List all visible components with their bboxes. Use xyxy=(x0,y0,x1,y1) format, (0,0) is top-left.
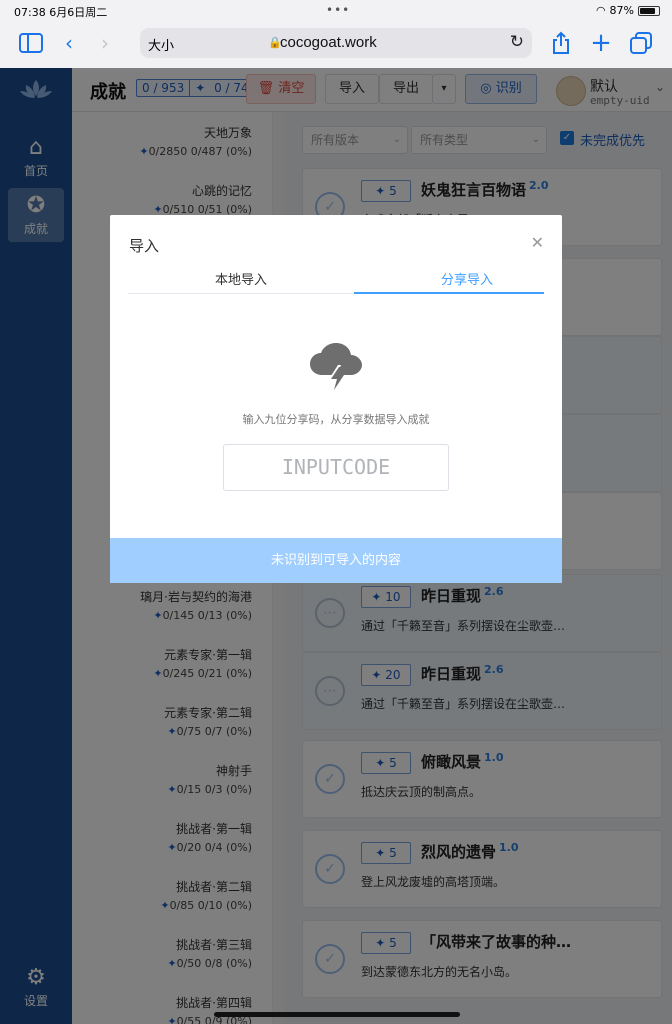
tabs-overview-icon[interactable] xyxy=(628,30,654,56)
wifi-icon: ◠ xyxy=(595,4,606,17)
screen: 07:38 6月6日周二 ••• ◠ 87% ‹ › 大小 🔒 cocogoat… xyxy=(0,0,672,1024)
battery-percent: 87% xyxy=(609,4,634,17)
share-code-input[interactable]: INPUTCODE xyxy=(223,444,449,491)
browser-toolbar: ‹ › 大小 🔒 cocogoat.work ↻ + xyxy=(0,22,672,68)
reload-icon[interactable]: ↻ xyxy=(510,32,524,52)
home-indicator xyxy=(214,1012,460,1017)
status-bar: 07:38 6月6日周二 ••• ◠ 87% xyxy=(0,0,672,22)
multitask-dots-icon[interactable]: ••• xyxy=(326,3,350,17)
url-text[interactable]: cocogoat.work xyxy=(280,34,377,51)
date-text: 6月6日周二 xyxy=(49,6,108,19)
address-bar[interactable]: 大小 🔒 cocogoat.work ↻ xyxy=(140,28,532,58)
sidebar-toggle-icon[interactable] xyxy=(18,30,44,56)
import-submit-button[interactable]: 未识别到可导入的内容 xyxy=(110,538,562,583)
time-text: 07:38 xyxy=(14,6,46,19)
dialog-title: 导入 xyxy=(129,237,160,255)
battery-icon xyxy=(638,5,660,16)
share-code-hint: 输入九位分享码，从分享数据导入成就 xyxy=(242,413,430,426)
close-icon[interactable]: ✕ xyxy=(531,233,544,252)
import-dialog: 导入 ✕ 本地导入 分享导入 输入九位分享码，从分享数据导入成就 INPUTCO… xyxy=(110,215,562,583)
tab-local-import[interactable]: 本地导入 xyxy=(128,269,354,295)
forward-icon[interactable]: › xyxy=(92,30,118,56)
cloud-lightning-icon xyxy=(310,343,362,393)
tab-active-indicator xyxy=(354,292,544,294)
back-icon[interactable]: ‹ xyxy=(56,30,82,56)
battery-area: ◠ 87% xyxy=(596,4,660,17)
text-size-button[interactable]: 大小 xyxy=(148,35,174,54)
new-tab-icon[interactable]: + xyxy=(588,28,614,58)
status-time: 07:38 6月6日周二 xyxy=(14,4,107,20)
share-icon[interactable] xyxy=(548,30,574,56)
